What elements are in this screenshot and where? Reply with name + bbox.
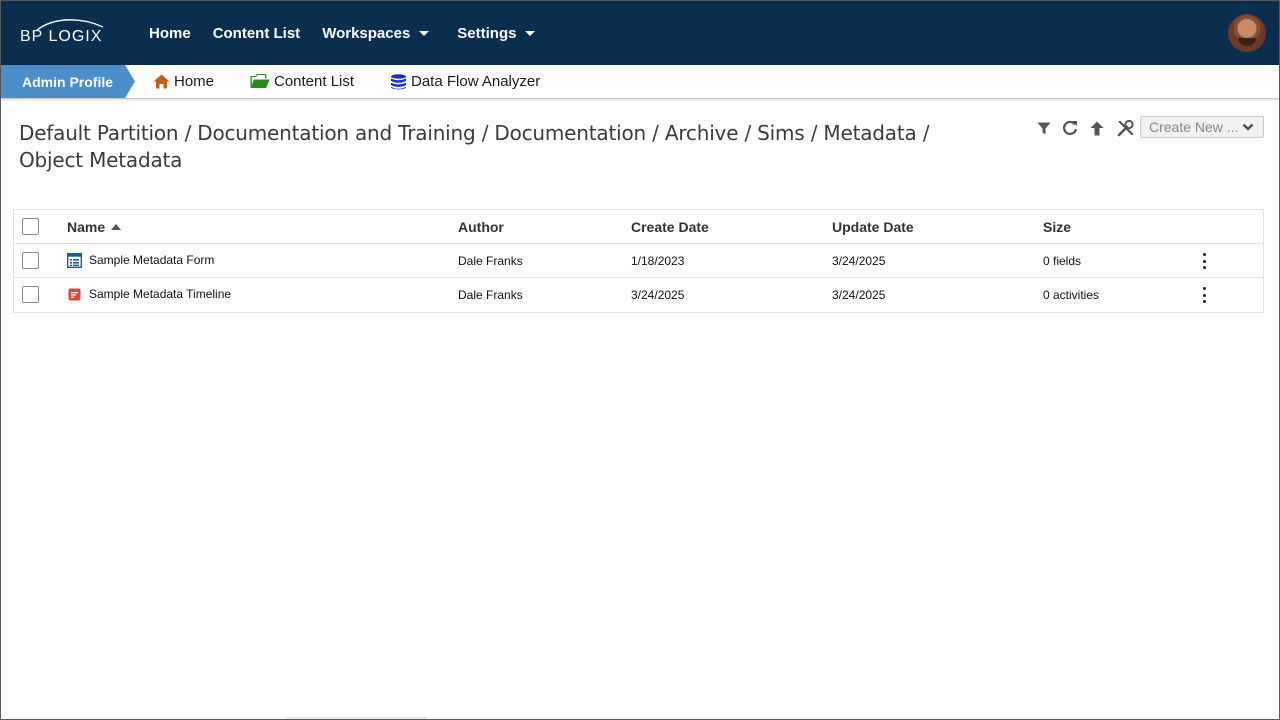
- arrow-up-icon: [1090, 121, 1104, 135]
- path-segment-documentation-and-training[interactable]: Documentation and Training: [197, 121, 475, 145]
- user-avatar[interactable]: [1228, 14, 1266, 52]
- path-separator: /: [922, 121, 930, 145]
- column-header-author[interactable]: Author: [458, 210, 504, 244]
- column-header-size[interactable]: Size: [1043, 210, 1071, 244]
- nav-home-label: Home: [149, 24, 191, 42]
- logo-text: BP LOGIX: [20, 28, 103, 45]
- column-header-name-label: Name: [67, 219, 106, 235]
- path-separator: /: [184, 121, 198, 145]
- row-create-date: 3/24/2025: [631, 288, 685, 302]
- column-header-update-date-label: Update Date: [832, 219, 914, 235]
- main-nav: Home Content List Workspaces Settings: [149, 1, 557, 65]
- column-header-author-label: Author: [458, 219, 504, 235]
- folder-path-breadcrumb: Default Partition / Documentation and Tr…: [13, 120, 1013, 174]
- column-header-create-date[interactable]: Create Date: [631, 210, 709, 244]
- path-segment-sims[interactable]: Sims: [757, 121, 805, 145]
- sort-ascending-icon: [111, 224, 122, 230]
- row-size: 0 activities: [1043, 288, 1100, 302]
- caret-down-icon: [419, 30, 430, 36]
- top-navbar: BP LOGIX Home Content List Workspaces Se…: [1, 1, 1279, 65]
- tools-icon: [1117, 119, 1134, 136]
- table-row[interactable]: Sample Metadata Timeline Dale Franks 3/2…: [14, 278, 1263, 312]
- profile-bar: Admin Profile Home Content List Data Flo…: [1, 65, 1279, 99]
- row-update-date: 3/24/2025: [832, 254, 886, 268]
- refresh-button[interactable]: [1060, 118, 1080, 138]
- content-table: Name Author Create Date Update Date Size: [13, 209, 1264, 313]
- row-name-cell[interactable]: Sample Metadata Form: [67, 243, 214, 277]
- table-row[interactable]: Sample Metadata Form Dale Franks 1/18/20…: [14, 244, 1263, 278]
- admin-profile-tab[interactable]: Admin Profile: [1, 65, 135, 98]
- sub-link-home[interactable]: Home: [153, 65, 214, 98]
- path-segment-metadata[interactable]: Metadata: [823, 121, 916, 145]
- refresh-icon: [1063, 120, 1078, 136]
- path-segment-object-metadata: Object Metadata: [19, 148, 183, 172]
- nav-content-list[interactable]: Content List: [213, 25, 301, 42]
- row-author: Dale Franks: [458, 254, 523, 268]
- row-author: Dale Franks: [458, 288, 523, 302]
- tools-button[interactable]: [1115, 118, 1135, 138]
- row-checkbox[interactable]: [22, 252, 39, 269]
- sub-link-content-list-label: Content List: [274, 73, 355, 90]
- admin-profile-label: Admin Profile: [22, 73, 114, 90]
- nav-workspaces-label: Workspaces: [322, 24, 411, 42]
- chevron-down-icon: [1242, 123, 1254, 131]
- path-separator: /: [810, 121, 824, 145]
- sub-link-data-flow-analyzer[interactable]: Data Flow Analyzer: [390, 65, 540, 98]
- parent-folder-button[interactable]: [1087, 118, 1107, 138]
- caret-down-icon: [525, 30, 536, 36]
- row-name-cell[interactable]: Sample Metadata Timeline: [67, 277, 231, 311]
- nav-workspaces[interactable]: Workspaces: [322, 24, 430, 42]
- path-separator: /: [481, 121, 495, 145]
- folder-open-icon: [250, 74, 270, 89]
- bottom-scroll-indicator: [287, 717, 427, 719]
- select-all-checkbox[interactable]: [22, 218, 39, 235]
- row-name-label: Sample Metadata Form: [89, 253, 215, 267]
- sub-link-content-list[interactable]: Content List: [250, 65, 354, 98]
- home-icon: [153, 74, 170, 89]
- row-actions-menu-icon[interactable]: [1198, 253, 1210, 269]
- sub-link-data-flow-analyzer-label: Data Flow Analyzer: [411, 73, 541, 90]
- filter-icon: [1037, 122, 1051, 134]
- nav-settings[interactable]: Settings: [457, 24, 536, 42]
- path-separator: /: [744, 121, 758, 145]
- column-header-create-date-label: Create Date: [631, 219, 709, 235]
- create-new-label: Create New ...: [1149, 119, 1239, 135]
- nav-home[interactable]: Home: [149, 25, 191, 42]
- nav-content-list-label: Content List: [212, 24, 301, 42]
- column-header-size-label: Size: [1043, 219, 1072, 235]
- row-actions-menu-icon[interactable]: [1198, 287, 1210, 303]
- timeline-icon: [67, 287, 82, 302]
- path-segment-default-partition[interactable]: Default Partition: [19, 121, 179, 145]
- filter-button[interactable]: [1034, 118, 1054, 138]
- row-create-date: 1/18/2023: [631, 254, 685, 268]
- row-size: 0 fields: [1043, 254, 1082, 268]
- create-new-dropdown[interactable]: Create New ...: [1140, 116, 1264, 138]
- column-header-name[interactable]: Name: [67, 210, 122, 244]
- form-icon: [67, 252, 82, 268]
- column-header-update-date[interactable]: Update Date: [832, 210, 914, 244]
- sub-link-home-label: Home: [174, 73, 215, 90]
- nav-settings-label: Settings: [457, 24, 517, 42]
- database-icon: [390, 73, 407, 90]
- table-header-row: Name Author Create Date Update Date Size: [14, 210, 1263, 244]
- row-checkbox[interactable]: [22, 286, 39, 303]
- path-segment-documentation[interactable]: Documentation: [494, 121, 646, 145]
- path-separator: /: [652, 121, 665, 145]
- row-name-label: Sample Metadata Timeline: [89, 287, 232, 301]
- bp-logix-logo[interactable]: BP LOGIX: [19, 19, 109, 49]
- path-segment-archive[interactable]: Archive: [665, 121, 739, 145]
- row-update-date: 3/24/2025: [832, 288, 886, 302]
